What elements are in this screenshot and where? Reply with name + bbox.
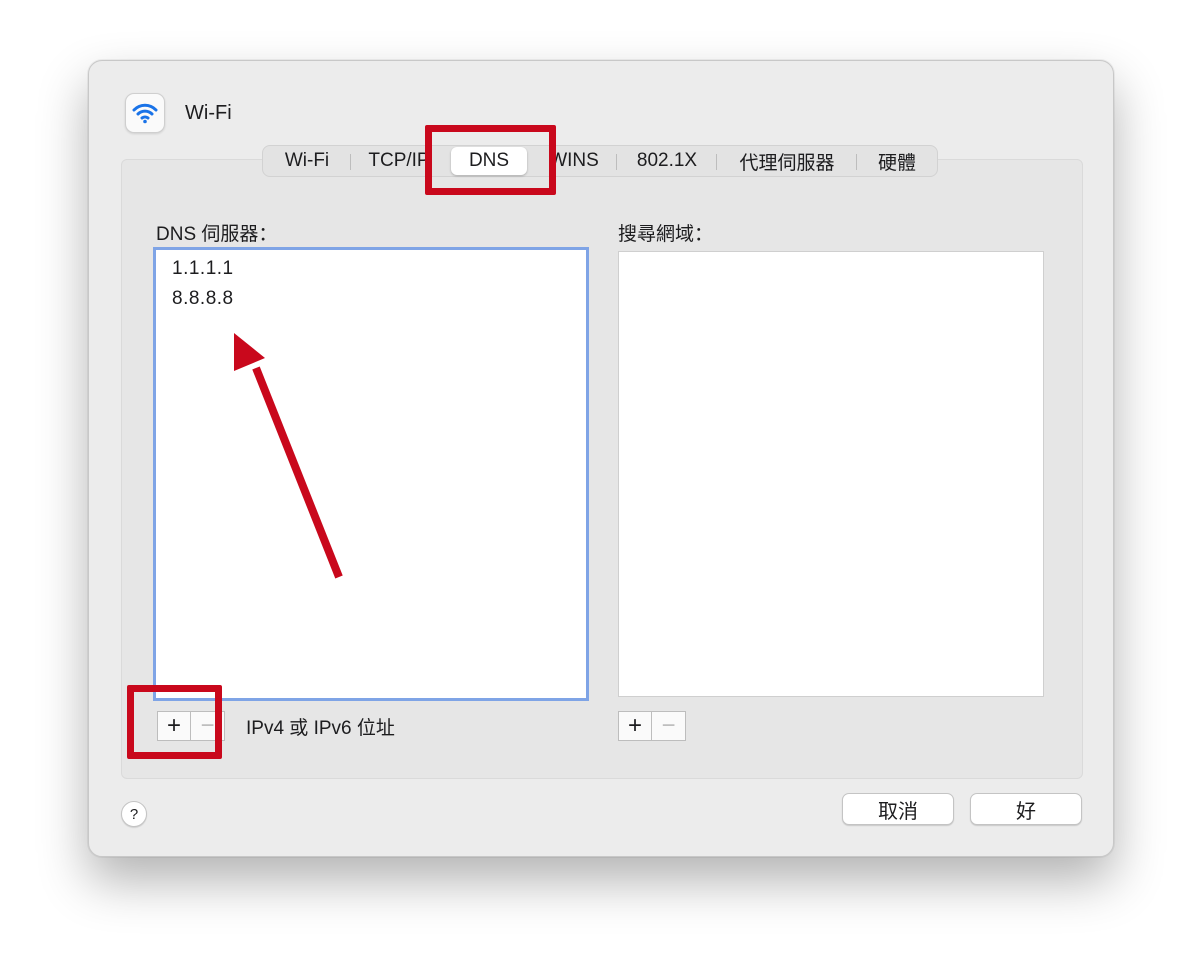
wifi-icon: [125, 93, 165, 133]
cancel-button[interactable]: 取消: [842, 793, 954, 825]
window-title: Wi-Fi: [185, 101, 232, 124]
tab-wifi[interactable]: Wi-Fi: [263, 146, 351, 176]
dns-servers-label: DNS 伺服器：: [156, 224, 278, 245]
ok-button[interactable]: 好: [970, 793, 1082, 825]
window-header: Wi-Fi: [125, 93, 232, 133]
tab-bar: Wi-Fi TCP/IP DNS WINS 802.1X 代理伺服器 硬體: [262, 145, 938, 177]
tab-8021x[interactable]: 802.1X: [617, 146, 717, 176]
search-add-remove-control: + −: [618, 711, 686, 741]
dns-servers-list[interactable]: 1.1.1.1 8.8.8.8: [153, 247, 589, 701]
network-settings-window: Wi-Fi Wi-Fi TCP/IP DNS WINS 802.1X 代理伺服器…: [88, 60, 1114, 857]
tab-proxies[interactable]: 代理伺服器: [717, 146, 857, 176]
add-domain-button[interactable]: +: [618, 711, 652, 741]
dns-address-hint: IPv4 或 IPv6 位址: [246, 718, 395, 739]
remove-domain-button[interactable]: −: [652, 711, 686, 741]
add-button-highlight: [127, 685, 222, 759]
search-domains-label: 搜尋網域：: [618, 224, 714, 245]
list-item[interactable]: 8.8.8.8: [156, 284, 586, 314]
search-domains-list[interactable]: [618, 251, 1044, 697]
help-button[interactable]: ?: [121, 801, 147, 827]
tab-hardware[interactable]: 硬體: [857, 146, 937, 176]
list-item[interactable]: 1.1.1.1: [156, 254, 586, 284]
dns-tab-highlight: [425, 125, 556, 195]
